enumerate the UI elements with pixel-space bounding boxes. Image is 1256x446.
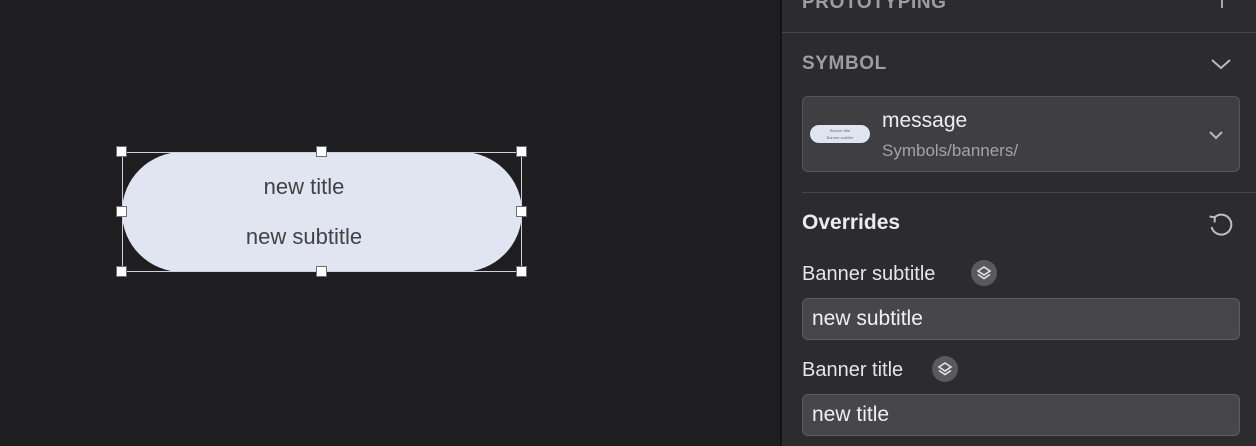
design-canvas[interactable]: new title new subtitle	[0, 0, 780, 446]
thumbnail-title: Banner title	[829, 128, 851, 133]
layers-icon[interactable]	[932, 356, 958, 382]
layers-icon[interactable]	[971, 260, 997, 286]
symbol-section-header[interactable]: SYMBOL	[802, 53, 887, 75]
resize-handle-right[interactable]	[516, 206, 527, 217]
resize-handle-bottom-left[interactable]	[116, 266, 127, 277]
banner-subtitle-field[interactable]	[802, 298, 1240, 340]
symbol-picker[interactable]: Banner title Banner subtitle message Sym…	[802, 96, 1240, 172]
inspector-panel: PROTOTYPING SYMBOL Banner title Banner s…	[782, 0, 1256, 446]
chevron-down-icon[interactable]	[1208, 129, 1224, 141]
reset-icon[interactable]	[1206, 209, 1236, 239]
resize-handle-top-left[interactable]	[116, 146, 127, 157]
section-divider	[782, 32, 1256, 33]
banner-title-label: Banner title	[802, 359, 904, 381]
banner-title-field[interactable]	[802, 394, 1240, 436]
banner-subtitle-label: Banner subtitle	[802, 263, 936, 285]
symbol-name: message	[882, 109, 968, 132]
prototyping-section-header[interactable]: PROTOTYPING	[802, 0, 947, 14]
plus-icon[interactable]	[1210, 0, 1234, 10]
resize-handle-top-right[interactable]	[516, 146, 527, 157]
symbol-thumbnail: Banner title Banner subtitle	[810, 125, 870, 143]
resize-handle-bottom[interactable]	[316, 266, 327, 277]
symbol-path: Symbols/banners/	[882, 141, 1019, 160]
resize-handle-left[interactable]	[116, 206, 127, 217]
overrides-header: Overrides	[802, 211, 901, 234]
section-divider	[802, 192, 1256, 193]
chevron-down-icon[interactable]	[1210, 56, 1232, 72]
resize-handle-top[interactable]	[316, 146, 327, 157]
selection-frame	[122, 152, 522, 272]
resize-handle-bottom-right[interactable]	[516, 266, 527, 277]
thumbnail-subtitle: Banner subtitle	[826, 135, 854, 140]
